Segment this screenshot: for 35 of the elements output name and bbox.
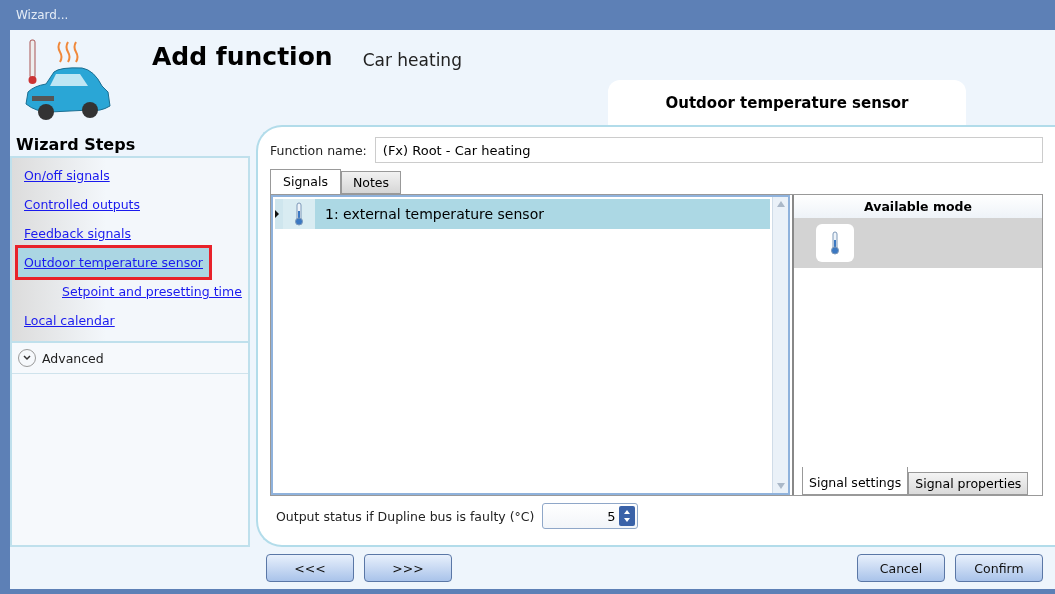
number-spinner[interactable]: 5 — [542, 503, 639, 529]
sidebar-title: Wizard Steps — [15, 134, 137, 156]
scroll-down-icon[interactable] — [776, 483, 785, 489]
window-title: Wizard... — [15, 7, 70, 24]
wizard-step-link[interactable]: Controlled outputs — [18, 190, 146, 219]
wizard-step-link[interactable]: Outdoor temperature sensor — [18, 248, 209, 277]
confirm-button[interactable]: Confirm — [955, 554, 1043, 582]
scroll-up-icon[interactable] — [776, 201, 785, 207]
thermometer-icon — [294, 202, 304, 226]
cancel-button[interactable]: Cancel — [857, 554, 945, 582]
tab[interactable]: Notes — [340, 171, 402, 194]
wizard-step-link[interactable]: Local calendar — [18, 306, 121, 335]
thermometer-icon — [830, 231, 840, 255]
tab[interactable]: Signal settings — [802, 467, 909, 495]
advanced-label: Advanced — [42, 350, 104, 366]
scrollbar[interactable] — [772, 197, 788, 493]
tab[interactable]: Signal properties — [908, 472, 1029, 495]
advanced-expander[interactable]: Advanced — [12, 343, 248, 374]
wizard-title: Add function — [152, 42, 333, 73]
function-type-label: Car heating — [362, 50, 462, 72]
wizard-step-link[interactable]: On/off signals — [18, 161, 116, 190]
step-title: Outdoor temperature sensor — [608, 80, 966, 125]
back-button[interactable]: <<< — [266, 554, 354, 582]
wizard-step-link[interactable]: Feedback signals — [18, 219, 137, 248]
function-name-field[interactable]: (Fx) Root - Car heating — [374, 137, 1043, 163]
signal-row[interactable]: 1: external temperature sensor — [275, 199, 770, 229]
output-status-label: Output status if Dupline bus is faulty (°C) — [276, 508, 535, 524]
function-name-label: Function name: — [270, 142, 367, 158]
tab[interactable]: Signals — [270, 169, 341, 194]
signal-label: 1: external temperature sensor — [324, 206, 544, 222]
spin-arrows-icon — [624, 509, 631, 523]
mode-button[interactable] — [816, 224, 854, 262]
wizard-step-link[interactable]: Setpoint and presetting time — [56, 277, 248, 306]
next-button[interactable]: >>> — [364, 554, 452, 582]
row-pointer-icon — [275, 210, 279, 218]
